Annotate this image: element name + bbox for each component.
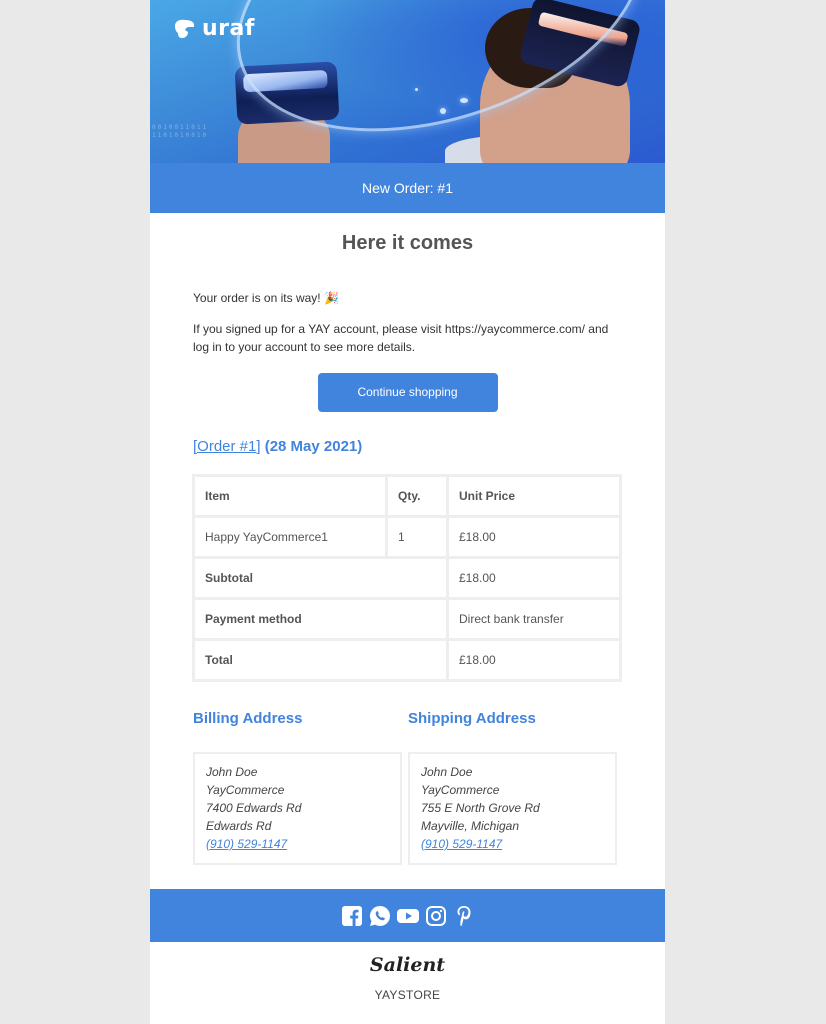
logo-text: uraf: [202, 16, 255, 41]
column-header-qty: Qty.: [388, 477, 446, 515]
shipping-name: John Doe: [421, 765, 473, 779]
whatsapp-icon[interactable]: [369, 905, 391, 927]
order-date: (28 May 2021): [264, 438, 363, 455]
hero-banner: 0010011011 1101010010 uraf: [150, 0, 665, 163]
item-qty: 1: [388, 518, 446, 556]
billing-phone-link[interactable]: (910) 529-1147: [206, 837, 287, 851]
order-heading: [Order #1] (28 May 2021): [193, 438, 622, 458]
subtotal-row: Subtotal £18.00: [195, 559, 619, 597]
subtotal-label: Subtotal: [195, 559, 446, 597]
shipping-address-title: Shipping Address: [408, 710, 536, 727]
order-link[interactable]: [Order #1]: [193, 438, 261, 455]
shipping-line-1: 755 E North Grove Rd: [421, 801, 540, 815]
billing-address-section: Billing Address John Doe YayCommerce 740…: [193, 710, 402, 865]
column-header-item: Item: [195, 477, 385, 515]
shipping-company: YayCommerce: [421, 783, 500, 797]
page-heading: Here it comes: [341, 232, 474, 254]
email-title-bar: New Order: #1: [150, 163, 665, 213]
brand-logo[interactable]: uraf: [172, 16, 255, 41]
facebook-icon[interactable]: [341, 905, 363, 927]
continue-shopping-button[interactable]: Continue shopping: [317, 373, 498, 412]
billing-company: YayCommerce: [206, 783, 285, 797]
billing-line-1: 7400 Edwards Rd: [206, 801, 302, 815]
billing-line-2: Edwards Rd: [206, 819, 272, 833]
total-row: Total £18.00: [195, 641, 619, 679]
item-name: Happy YayCommerce1: [195, 518, 385, 556]
store-name: YAYSTORE: [374, 988, 441, 1002]
email-container: 0010011011 1101010010 uraf New Order: #1…: [150, 0, 665, 1024]
binary-decoration: 0010011011 1101010010: [152, 124, 208, 140]
shipping-address-box: John Doe YayCommerce 755 E North Grove R…: [408, 752, 617, 865]
column-header-unit-price: Unit Price: [449, 477, 619, 515]
account-note: If you signed up for a YAY account, plea…: [193, 322, 609, 354]
light-dot: [460, 98, 468, 103]
subtotal-value: £18.00: [449, 559, 619, 597]
light-dot: [415, 88, 418, 91]
table-header-row: Item Qty. Unit Price: [195, 477, 619, 515]
total-label: Total: [195, 641, 446, 679]
shipping-line-2: Mayville, Michigan: [421, 819, 520, 833]
binary-line: 1101010010: [152, 132, 209, 139]
item-price: £18.00: [449, 518, 619, 556]
pinterest-icon[interactable]: [453, 905, 475, 927]
youtube-icon[interactable]: [396, 905, 419, 927]
social-footer: [150, 889, 665, 942]
order-table: Item Qty. Unit Price Happy YayCommerce1 …: [192, 474, 622, 682]
salient-brand-logo: Salient: [150, 954, 665, 976]
shipping-address-section: Shipping Address John Doe YayCommerce 75…: [408, 710, 617, 865]
email-body: Here it comes Your order is on its way! …: [150, 232, 665, 865]
table-row: Happy YayCommerce1 1 £18.00: [195, 518, 619, 556]
light-dot: [440, 108, 446, 114]
shipping-phone-link[interactable]: (910) 529-1147: [421, 837, 502, 851]
email-title: New Order: #1: [361, 180, 454, 196]
addresses: Billing Address John Doe YayCommerce 740…: [193, 710, 622, 865]
intro-text: Your order is on its way! 🎉: [193, 291, 339, 305]
billing-address-box: John Doe YayCommerce 7400 Edwards Rd Edw…: [193, 752, 402, 865]
instagram-icon[interactable]: [425, 905, 447, 927]
brand-logo-text: Salient: [369, 954, 446, 976]
payment-method-row: Payment method Direct bank transfer: [195, 600, 619, 638]
payment-method-value: Direct bank transfer: [449, 600, 619, 638]
total-value: £18.00: [449, 641, 619, 679]
binary-line: 0010011011: [152, 124, 209, 131]
billing-name: John Doe: [206, 765, 258, 779]
billing-address-title: Billing Address: [193, 710, 303, 727]
payment-method-label: Payment method: [195, 600, 446, 638]
vr-head-logo-icon: [172, 18, 196, 40]
